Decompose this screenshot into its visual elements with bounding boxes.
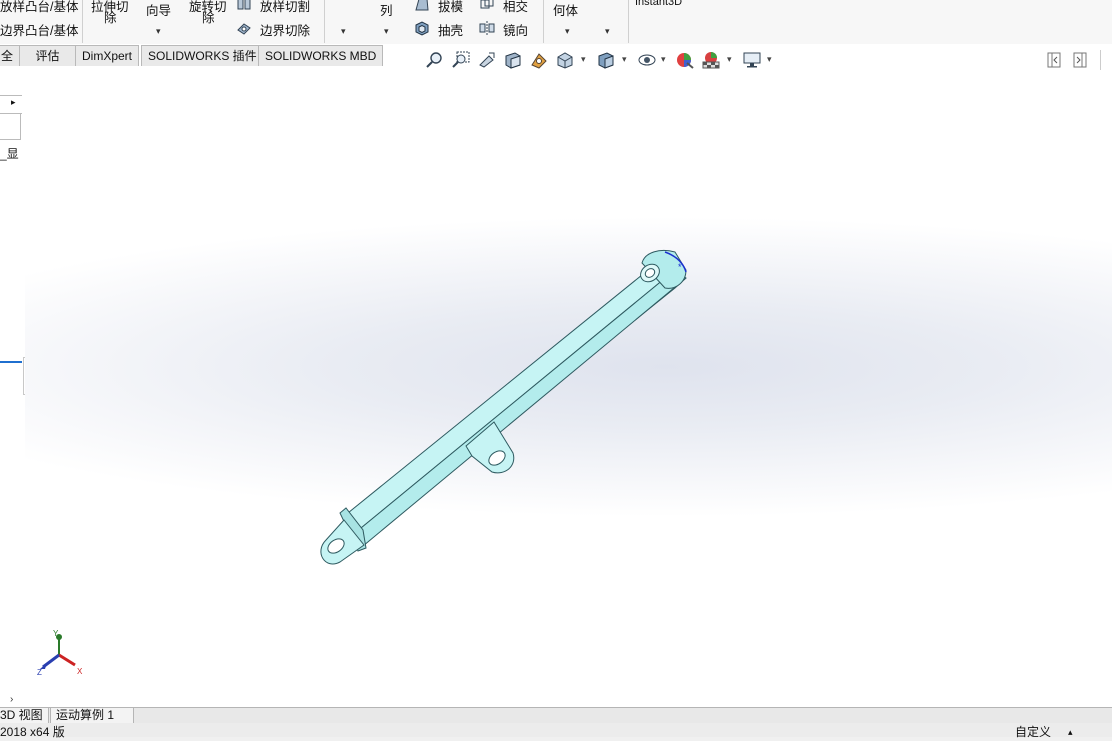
ribbon-separator [628,0,629,43]
chevron-down-icon[interactable]: ▾ [767,54,772,65]
chevron-down-icon[interactable]: ▾ [605,26,610,37]
tab-solidworks-addins[interactable]: SOLIDWORKS 插件 [141,45,264,66]
loft-cut-button[interactable]: 放样切割 [260,0,310,15]
ribbon-separator [82,0,83,43]
pattern-label[interactable]: 列 [380,0,393,19]
tab-motion-study-1[interactable]: 运动算例 1 [50,708,134,724]
view-orientation-icon[interactable] [555,51,575,69]
axis-z-label: Z [37,668,42,677]
mirror-button[interactable]: 镜向 [503,20,528,39]
draft-button[interactable]: 拔模 [438,0,463,15]
chevron-right-icon[interactable]: › [10,694,13,705]
hide-show-items-icon[interactable] [637,51,657,69]
orientation-triad: Y X Z [37,629,83,677]
ribbon-separator [324,0,325,43]
chevron-down-icon[interactable]: ▾ [661,54,666,65]
display-label: _显 [0,147,19,161]
intersect-button[interactable]: 相交 [503,0,528,15]
graphics-viewport[interactable]: * Y X Z [25,67,1112,707]
zoom-to-area-icon[interactable] [451,51,471,69]
axis-x-label: X [77,667,83,676]
chevron-down-icon[interactable]: ▾ [341,26,346,37]
edit-appearance-icon[interactable] [675,51,695,69]
chevron-down-icon[interactable]: ▾ [565,26,570,37]
apply-scene-icon[interactable] [701,51,721,69]
panel-left-toggle-icon[interactable] [1047,52,1061,68]
status-bar: 2018 x64 版 自定义 ▴ [0,723,1112,739]
geometry-label[interactable]: 何体 [553,0,578,19]
tab-dimxpert[interactable]: DimXpert [75,45,140,66]
chevron-down-icon[interactable]: ▾ [581,54,586,65]
selection-marker: * [678,262,682,272]
part-top-face [342,261,676,529]
part-side-face [360,269,687,547]
custom-units-text[interactable]: 自定义 [1015,723,1051,741]
shell-button[interactable]: 抽壳 [438,20,463,39]
task-pane-edge [1100,50,1112,70]
mirror-icon [479,21,495,35]
section-view-icon[interactable] [503,51,523,69]
model-view-tabs [0,707,1112,724]
dynamic-annotation-icon[interactable] [529,51,549,69]
cylinder-rod-part[interactable]: * [320,249,687,565]
extrude-cut-label-2[interactable]: 除 [104,7,117,26]
boundary-cut-icon [237,23,251,35]
boundary-boss-button[interactable]: 边界凸台/基体 [0,20,78,39]
loft-cut-icon [237,0,251,10]
version-text: 2018 x64 版 [0,725,65,739]
chevron-down-icon[interactable]: ▾ [727,54,732,65]
previous-view-icon[interactable] [477,51,497,69]
tab-3d-view[interactable]: 3D 视图 [0,708,49,724]
part-model: * [320,249,687,565]
chevron-down-icon[interactable]: ▾ [384,26,389,37]
chevron-right-icon[interactable]: ▸ [11,97,16,108]
view-settings-icon[interactable] [742,51,762,69]
tab-evaluate[interactable]: 评估 [19,45,76,66]
hole-wizard-label[interactable]: 向导 [146,0,171,19]
panel-right-toggle-icon[interactable] [1073,52,1087,68]
boundary-cut-button[interactable]: 边界切除 [260,20,310,39]
panel-splitter-highlight [0,361,22,363]
panel-box [0,113,21,140]
chevron-down-icon[interactable]: ▾ [622,54,627,65]
chevron-up-icon[interactable]: ▴ [1068,723,1073,741]
revolve-cut-label-2[interactable]: 除 [202,7,215,26]
instant3d-button[interactable]: Instant3D [635,0,682,8]
chevron-down-icon[interactable]: ▾ [156,26,161,37]
zoom-to-fit-icon[interactable] [425,51,445,69]
tab-all[interactable]: 全 [0,45,21,66]
intersect-icon [480,0,494,9]
draft-icon [415,0,429,11]
shell-icon [415,21,429,36]
tab-solidworks-mbd[interactable]: SOLIDWORKS MBD [258,45,384,66]
command-ribbon: 放样凸台/基体 边界凸台/基体 拉伸切 除 向导 ▾ 旋转切 除 放样切割 边界… [0,0,1112,45]
ribbon-separator [543,0,544,43]
display-style-icon[interactable] [596,51,616,69]
loft-boss-button[interactable]: 放样凸台/基体 [0,0,78,15]
axis-y-label: Y [53,629,59,638]
